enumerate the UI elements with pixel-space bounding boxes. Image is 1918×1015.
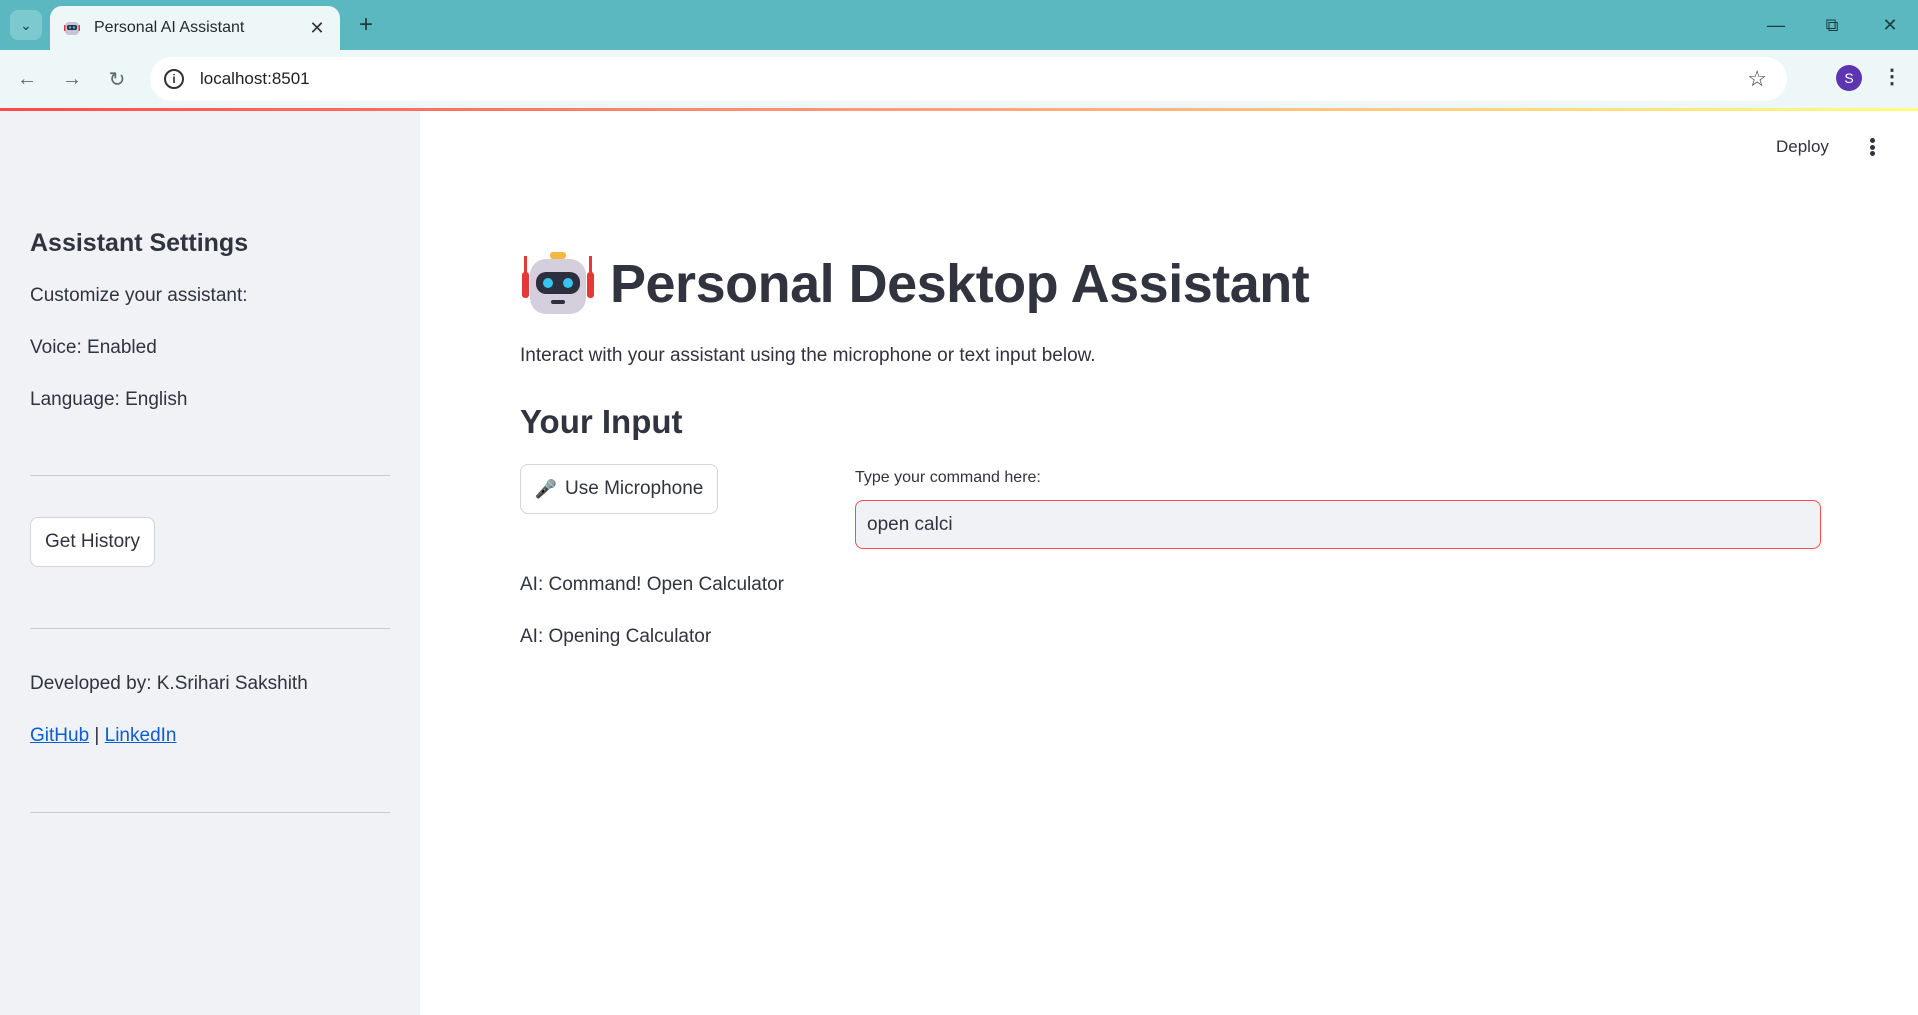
microphone-button-label: Use Microphone <box>565 478 704 499</box>
language-status: Language: English <box>30 389 188 410</box>
new-tab-icon[interactable]: + <box>352 12 380 40</box>
back-icon[interactable]: ← <box>10 62 44 96</box>
ai-response: AI: Command! Open Calculator <box>520 574 785 595</box>
sidebar-heading: Assistant Settings <box>30 229 249 257</box>
window-close-icon[interactable]: ✕ <box>1872 10 1908 40</box>
link-separator: | <box>94 725 100 746</box>
page-subtitle: Interact with your assistant using the m… <box>520 345 1096 366</box>
deploy-button[interactable]: Deploy <box>1776 137 1829 157</box>
sidebar-divider <box>30 475 390 476</box>
bookmark-star-icon[interactable]: ☆ <box>1747 66 1767 92</box>
site-info-icon[interactable]: i <box>164 69 184 89</box>
social-links: GitHub | LinkedIn <box>30 725 176 747</box>
minimize-icon[interactable]: — <box>1758 10 1794 40</box>
command-input-label: Type your command here: <box>855 469 1041 486</box>
github-link[interactable]: GitHub <box>30 725 89 746</box>
page-title: Personal Desktop Assistant <box>610 254 1310 314</box>
customize-text: Customize your assistant: <box>30 285 248 306</box>
app-menu-icon[interactable] <box>1864 134 1880 160</box>
browser-toolbar: ← → ↻ i localhost:8501 ☆ S ⋮ <box>0 50 1918 108</box>
input-section-heading: Your Input <box>520 403 683 440</box>
robot-favicon-icon <box>64 22 80 35</box>
linkedin-link[interactable]: LinkedIn <box>105 725 177 746</box>
use-microphone-button[interactable]: 🎤 Use Microphone <box>520 464 718 514</box>
microphone-icon: 🎤 <box>534 478 558 499</box>
command-input[interactable] <box>855 500 1821 549</box>
browser-menu-icon[interactable]: ⋮ <box>1880 64 1904 94</box>
restore-icon[interactable]: ⧉ <box>1814 10 1850 40</box>
sidebar-divider <box>30 628 390 629</box>
voice-status: Voice: Enabled <box>30 337 157 358</box>
get-history-button[interactable]: Get History <box>30 517 155 567</box>
profile-avatar[interactable]: S <box>1836 65 1862 91</box>
reload-icon[interactable]: ↻ <box>100 62 134 96</box>
tab-title: Personal AI Assistant <box>94 19 245 36</box>
address-bar[interactable]: i localhost:8501 ☆ <box>150 57 1787 101</box>
url-text: localhost:8501 <box>200 69 310 88</box>
forward-icon[interactable]: → <box>55 62 89 96</box>
browser-tab-bar: ⌄ Personal AI Assistant ✕ + — ⧉ ✕ <box>0 0 1918 50</box>
browser-tab[interactable]: Personal AI Assistant ✕ <box>50 6 340 50</box>
sidebar-divider <box>30 812 390 813</box>
robot-icon <box>522 252 594 314</box>
tab-close-icon[interactable]: ✕ <box>306 18 328 39</box>
sidebar: Assistant Settings Customize your assist… <box>0 111 420 1015</box>
developer-credit: Developed by: K.Srihari Sakshith <box>30 673 308 694</box>
page-header: Personal Desktop Assistant <box>520 250 1310 318</box>
ai-response: AI: Opening Calculator <box>520 626 712 647</box>
tab-search-dropdown-icon[interactable]: ⌄ <box>10 10 42 40</box>
